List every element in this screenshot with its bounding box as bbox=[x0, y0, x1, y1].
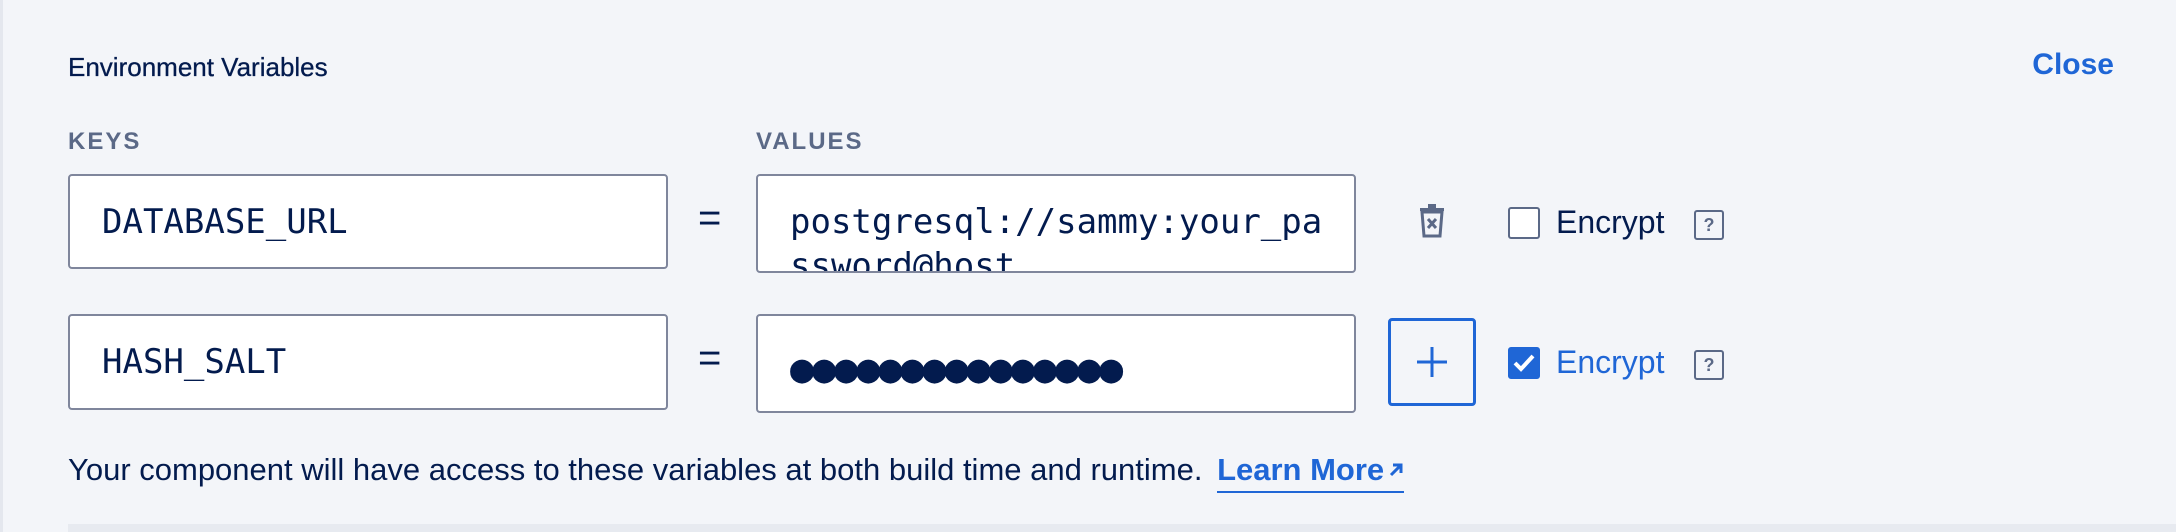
help-icon[interactable]: ? bbox=[1694, 350, 1724, 380]
equals-separator: = bbox=[698, 196, 722, 240]
external-arrow-icon bbox=[1388, 450, 1404, 486]
helper-text-body: Your component will have access to these… bbox=[68, 452, 1203, 487]
learn-more-label: Learn More bbox=[1217, 452, 1385, 487]
help-icon[interactable]: ? bbox=[1694, 210, 1724, 240]
equals-separator: = bbox=[698, 336, 722, 380]
section-title: Environment Variables bbox=[68, 52, 328, 82]
close-button[interactable]: Close bbox=[2032, 48, 2114, 82]
encrypt-checkbox-database-url[interactable] bbox=[1508, 207, 1540, 239]
values-column-label: VALUES bbox=[756, 128, 864, 155]
plus-icon bbox=[1417, 347, 1447, 377]
section-divider bbox=[68, 524, 2176, 532]
key-input-database-url[interactable]: DATABASE_URL bbox=[68, 174, 668, 269]
checkmark-icon bbox=[1513, 354, 1535, 372]
encrypt-label[interactable]: Encrypt bbox=[1556, 344, 1664, 381]
key-input-hash-salt[interactable]: HASH_SALT bbox=[68, 314, 668, 410]
helper-text: Your component will have access to these… bbox=[68, 450, 1405, 493]
add-variable-button[interactable] bbox=[1388, 318, 1476, 406]
encrypt-checkbox-hash-salt[interactable] bbox=[1508, 347, 1540, 379]
keys-column-label: KEYS bbox=[68, 128, 142, 155]
value-input-hash-salt[interactable]: ●●●●●●●●●●●●●●● bbox=[756, 314, 1356, 413]
learn-more-link[interactable]: Learn More bbox=[1217, 450, 1405, 493]
encrypt-label[interactable]: Encrypt bbox=[1556, 204, 1664, 241]
panel-left-border bbox=[0, 0, 3, 532]
value-input-database-url[interactable]: postgresql://sammy:your_password@host bbox=[756, 174, 1356, 273]
trash-icon[interactable] bbox=[1418, 204, 1446, 238]
